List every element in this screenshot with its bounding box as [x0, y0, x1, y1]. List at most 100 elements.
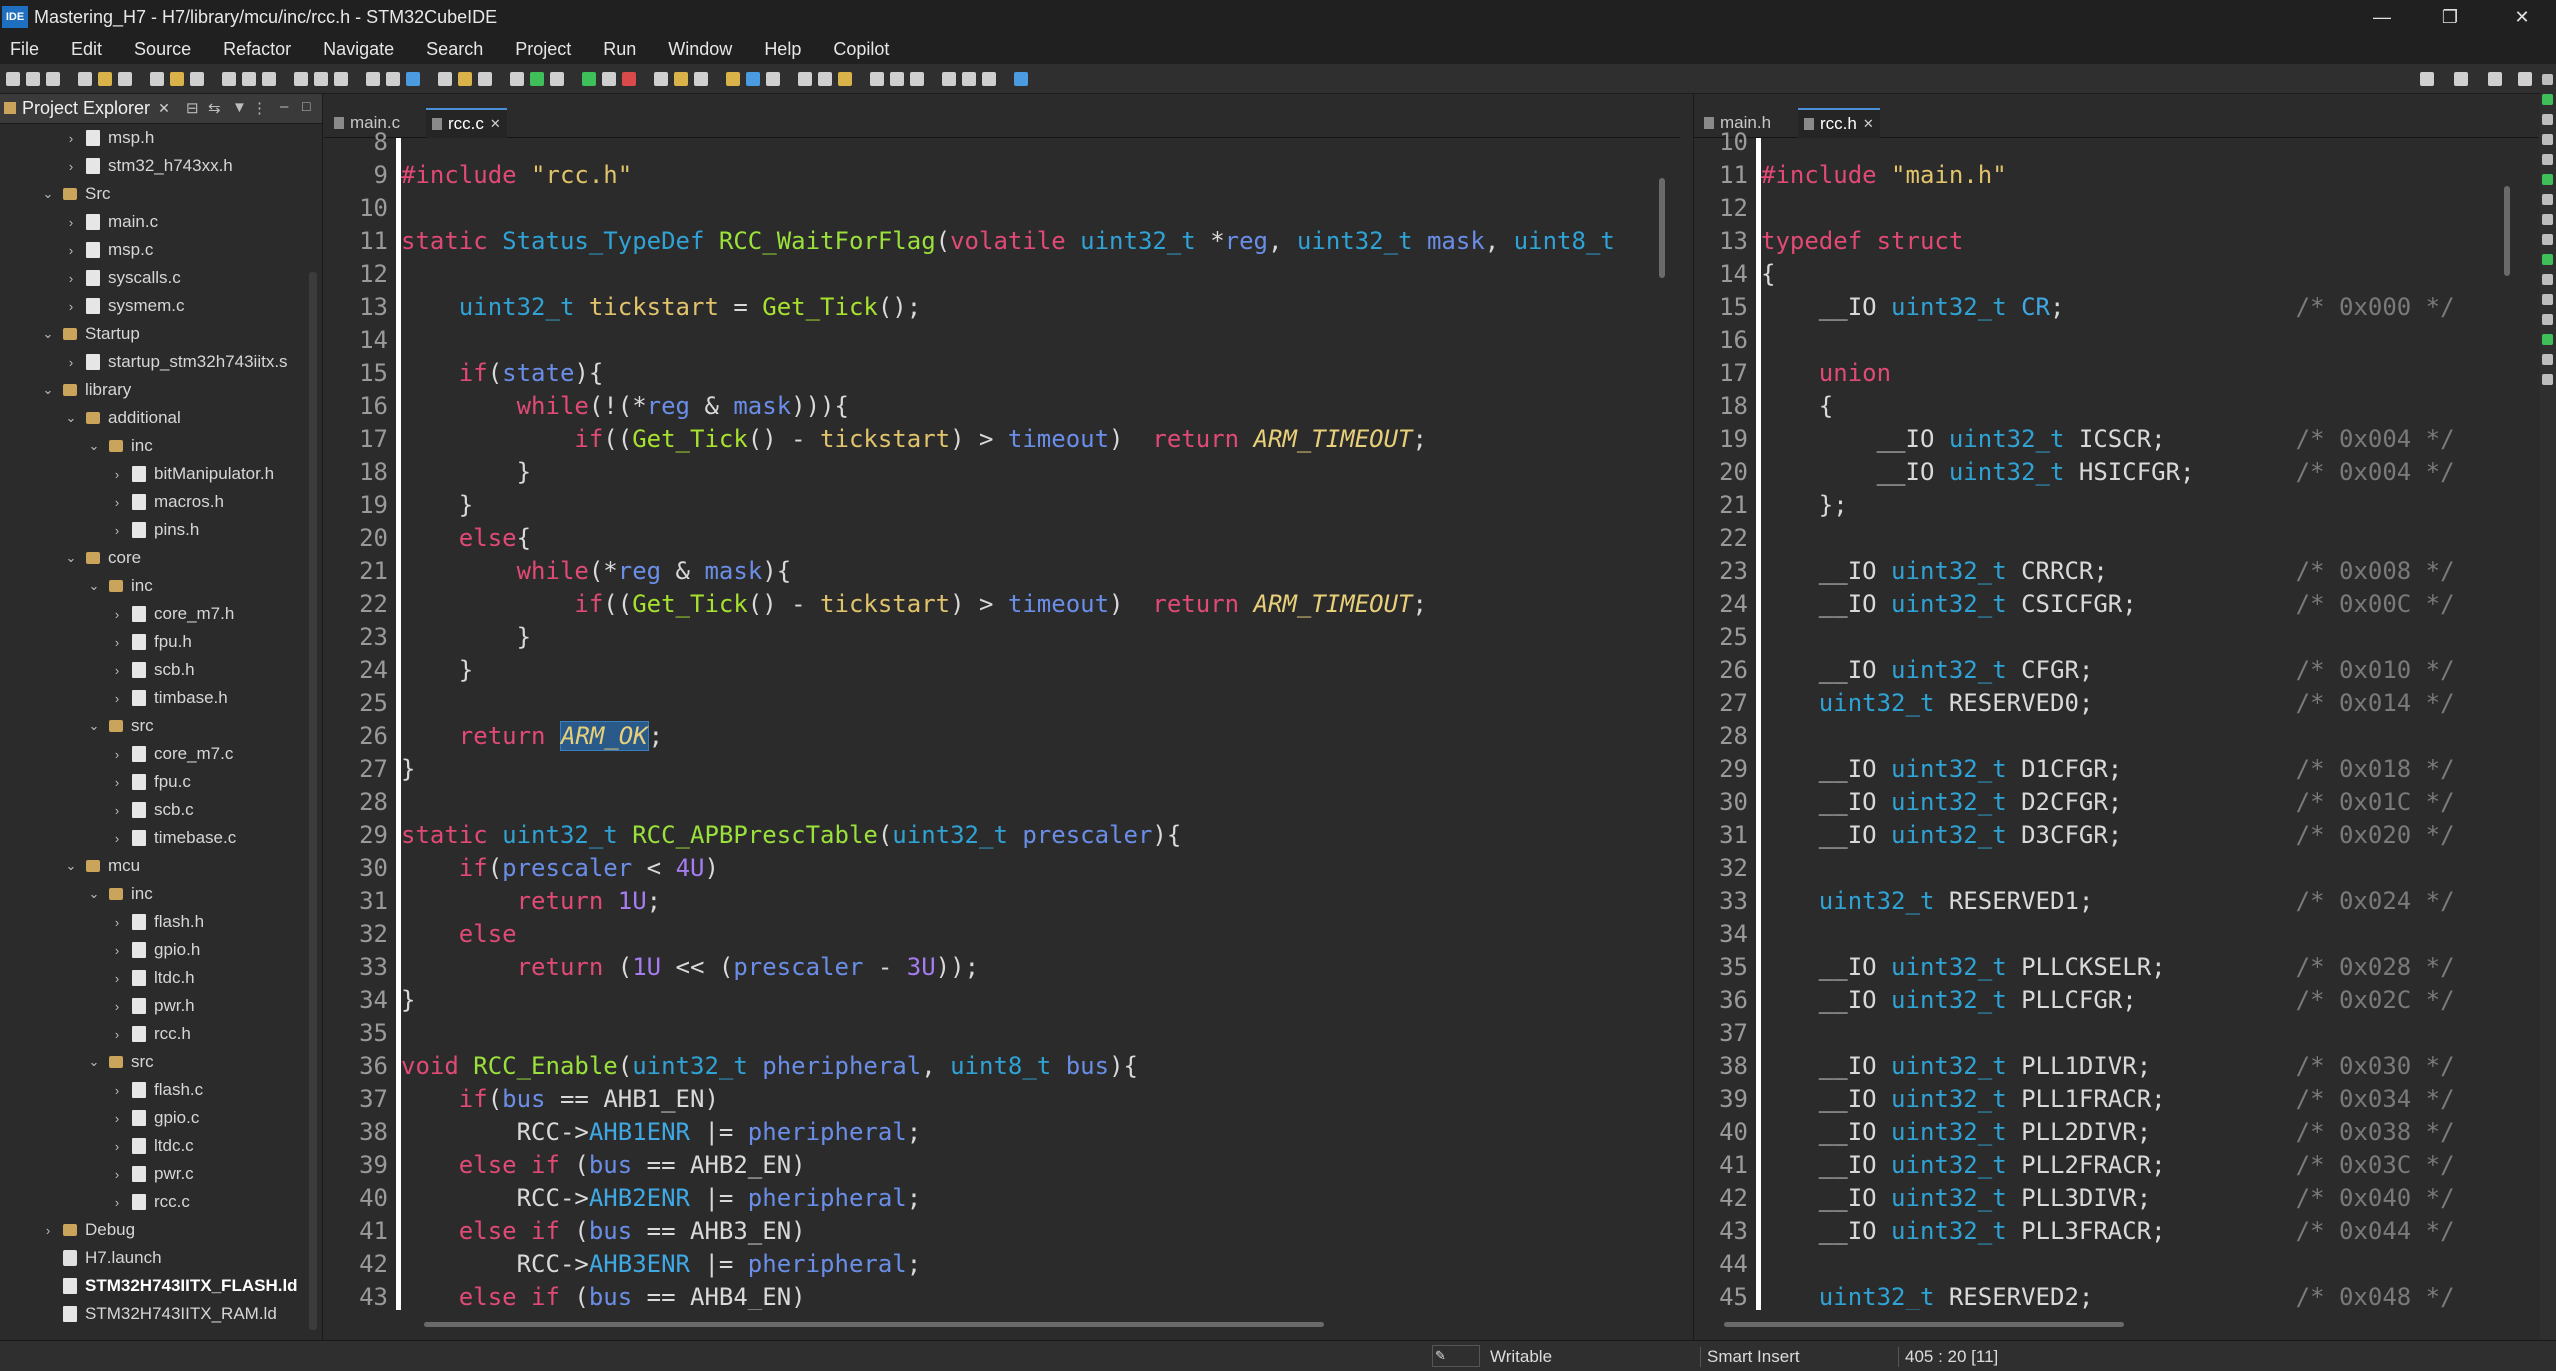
chevron-right-icon[interactable]: › — [110, 1195, 124, 1210]
tree-item[interactable]: › fpu.c — [0, 768, 191, 796]
toolbar-button-icon[interactable] — [46, 72, 60, 86]
code-line[interactable]: else{ — [401, 522, 531, 555]
code-line[interactable]: RCC->AHB3ENR |= pheripheral; — [401, 1248, 922, 1281]
toolbar-button-icon[interactable] — [870, 72, 884, 86]
code-line[interactable]: __IO uint32_t CRRCR; /* 0x008 */ — [1761, 555, 2455, 588]
chevron-right-icon[interactable]: › — [41, 1223, 55, 1238]
chevron-down-icon[interactable]: ⌄ — [41, 326, 55, 342]
link-editor-icon[interactable]: ⇆ — [208, 99, 221, 117]
code-line[interactable]: return ARM_OK; — [401, 720, 663, 753]
chevron-right-icon[interactable]: › — [110, 999, 124, 1014]
toolbar-button-icon[interactable] — [458, 72, 472, 86]
chevron-right-icon[interactable]: › — [110, 943, 124, 958]
side-view-icon[interactable] — [2542, 194, 2553, 205]
perspective-icon[interactable] — [2420, 72, 2434, 86]
chevron-right-icon[interactable]: › — [64, 131, 78, 146]
tree-item[interactable]: › rcc.h — [0, 1020, 191, 1048]
chevron-right-icon[interactable]: › — [110, 971, 124, 986]
toolbar-button-icon[interactable] — [962, 72, 976, 86]
right-editor-hscroll[interactable] — [1724, 1322, 2124, 1327]
close-button[interactable]: ✕ — [2488, 0, 2556, 34]
minimize-view-icon[interactable]: – — [280, 98, 288, 115]
tree-item[interactable]: ⌄ mcu — [0, 852, 141, 880]
chevron-right-icon[interactable]: › — [110, 1027, 124, 1042]
code-line[interactable]: else if (bus == AHB3_EN) — [401, 1215, 806, 1248]
code-line[interactable]: __IO uint32_t PLLCKSELR; /* 0x028 */ — [1761, 951, 2455, 984]
chevron-down-icon[interactable]: ⌄ — [41, 382, 55, 398]
chevron-right-icon[interactable]: › — [64, 271, 78, 286]
side-view-icon[interactable] — [2542, 214, 2553, 225]
toolbar-button-icon[interactable] — [510, 72, 524, 86]
filter-icon[interactable]: ▼ — [232, 99, 247, 116]
side-view-icon[interactable] — [2542, 314, 2553, 325]
code-line[interactable]: uint32_t RESERVED2; /* 0x048 */ — [1761, 1281, 2455, 1310]
menu-window[interactable]: Window — [668, 39, 732, 60]
tree-item[interactable]: › core_m7.h — [0, 600, 235, 628]
perspective-icon[interactable] — [2518, 72, 2532, 86]
chevron-right-icon[interactable]: › — [110, 1139, 124, 1154]
toolbar-button-icon[interactable] — [314, 72, 328, 86]
chevron-right-icon[interactable]: › — [64, 243, 78, 258]
chevron-right-icon[interactable]: › — [110, 523, 124, 538]
side-view-icon[interactable] — [2542, 234, 2553, 245]
toolbar-button-icon[interactable] — [1014, 72, 1028, 86]
tree-item[interactable]: ⌄ Startup — [0, 320, 140, 348]
editor-tab-main-c[interactable]: main.c — [328, 108, 406, 138]
tree-item[interactable]: › pwr.h — [0, 992, 195, 1020]
code-line[interactable]: { — [1761, 390, 1833, 423]
explorer-scrollbar[interactable] — [309, 272, 317, 1330]
tree-item[interactable]: › scb.c — [0, 796, 194, 824]
chevron-down-icon[interactable]: ⌄ — [41, 186, 55, 202]
code-line[interactable]: { — [1761, 258, 1775, 291]
chevron-right-icon[interactable]: › — [110, 803, 124, 818]
toolbar-button-icon[interactable] — [478, 72, 492, 86]
chevron-down-icon[interactable]: ⌄ — [64, 410, 78, 426]
menu-project[interactable]: Project — [515, 39, 571, 60]
tree-item[interactable]: › main.c — [0, 208, 158, 236]
code-line[interactable]: RCC->AHB1ENR |= pheripheral; — [401, 1116, 922, 1149]
toolbar-button-icon[interactable] — [530, 72, 544, 86]
chevron-down-icon[interactable]: ⌄ — [87, 886, 101, 902]
code-line[interactable]: } — [401, 489, 473, 522]
code-line[interactable]: __IO uint32_t PLL1DIVR; /* 0x030 */ — [1761, 1050, 2455, 1083]
side-view-icon[interactable] — [2542, 154, 2553, 165]
toolbar-button-icon[interactable] — [602, 72, 616, 86]
toolbar-button-icon[interactable] — [654, 72, 668, 86]
menu-source[interactable]: Source — [134, 39, 191, 60]
toolbar-button-icon[interactable] — [674, 72, 688, 86]
toolbar-button-icon[interactable] — [622, 72, 636, 86]
tree-item[interactable]: ⌄ inc — [0, 880, 153, 908]
code-line[interactable]: if((Get_Tick() - tickstart) > timeout) r… — [401, 588, 1427, 621]
code-line[interactable]: if(bus == AHB1_EN) — [401, 1083, 719, 1116]
toolbar-button-icon[interactable] — [890, 72, 904, 86]
toolbar-button-icon[interactable] — [694, 72, 708, 86]
chevron-down-icon[interactable]: ⌄ — [87, 718, 101, 734]
chevron-down-icon[interactable]: ⌄ — [87, 1054, 101, 1070]
tree-item[interactable]: ⌄ src — [0, 712, 154, 740]
chevron-right-icon[interactable]: › — [110, 635, 124, 650]
tree-item[interactable]: › rcc.c — [0, 1188, 190, 1216]
left-editor-hscroll[interactable] — [424, 1322, 1324, 1327]
chevron-right-icon[interactable]: › — [110, 1083, 124, 1098]
toolbar-button-icon[interactable] — [746, 72, 760, 86]
menu-copilot[interactable]: Copilot — [833, 39, 889, 60]
chevron-right-icon[interactable]: › — [64, 159, 78, 174]
code-line[interactable]: __IO uint32_t ICSCR; /* 0x004 */ — [1761, 423, 2455, 456]
tree-item[interactable]: › ltdc.c — [0, 1132, 194, 1160]
toolbar-button-icon[interactable] — [78, 72, 92, 86]
code-line[interactable]: __IO uint32_t PLLCFGR; /* 0x02C */ — [1761, 984, 2455, 1017]
code-line[interactable]: void RCC_Enable(uint32_t pheripheral, ui… — [401, 1050, 1138, 1083]
chevron-right-icon[interactable]: › — [110, 467, 124, 482]
tree-item[interactable]: › flash.c — [0, 1076, 203, 1104]
tree-item[interactable]: ⌄ inc — [0, 432, 153, 460]
chevron-right-icon[interactable]: › — [110, 747, 124, 762]
code-line[interactable]: } — [401, 456, 531, 489]
tree-item[interactable]: › timbase.h — [0, 684, 228, 712]
toolbar-button-icon[interactable] — [242, 72, 256, 86]
chevron-right-icon[interactable]: › — [110, 607, 124, 622]
chevron-right-icon[interactable]: › — [110, 495, 124, 510]
toolbar-button-icon[interactable] — [942, 72, 956, 86]
toolbar-button-icon[interactable] — [550, 72, 564, 86]
chevron-right-icon[interactable]: › — [110, 1167, 124, 1182]
toolbar-button-icon[interactable] — [366, 72, 380, 86]
